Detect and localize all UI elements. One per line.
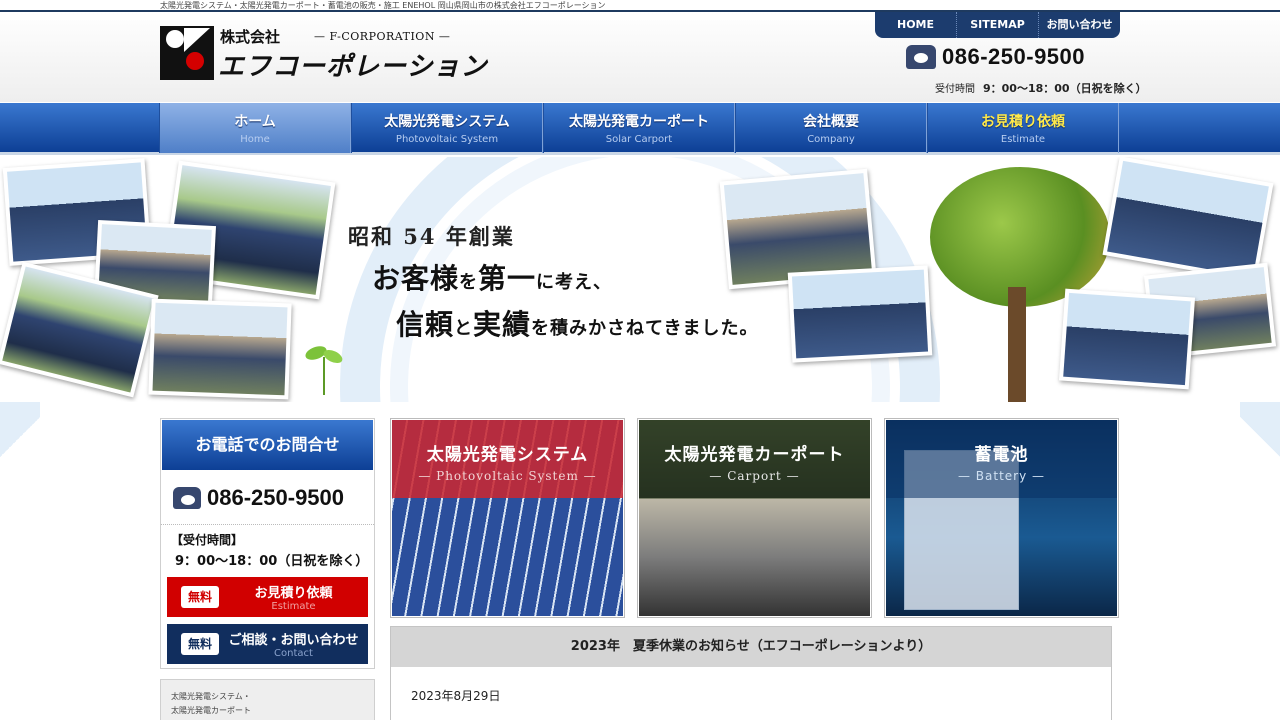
phone-icon (173, 486, 201, 509)
sidebar-info-line: 太陽光発電カーポート (171, 706, 251, 715)
nav-sublabel: Company (807, 134, 855, 145)
free-badge: 無料 (181, 586, 219, 608)
sidebar-info-box: 太陽光発電システム・ 太陽光発電カーポート (160, 679, 375, 720)
free-estimate-button[interactable]: 無料 お見積り依頼 Estimate (167, 577, 368, 617)
nav-sublabel: Photovoltaic System (395, 134, 499, 145)
hero-photo-panel-array (1102, 157, 1274, 282)
card-subtitle: — Photovoltaic System — (418, 469, 597, 483)
site-tagline: 太陽光発電システム・太陽光発電カーポート・蓄電池の販売・施工 ENEHOL 岡山… (160, 1, 606, 10)
nav-sublabel: Solar Carport (605, 134, 673, 145)
nav-sublabel: Estimate (1000, 134, 1046, 145)
sprout-icon (303, 343, 345, 397)
header-hours-label: 受付時間 (935, 84, 975, 95)
hero-tree-icon (930, 167, 1110, 307)
nav-label: お見積り依頼 (981, 114, 1065, 130)
header-phone-number: 086-250-9500 (942, 44, 1086, 69)
hero-photo-ground-array (787, 265, 933, 363)
nav-sublabel: Home (240, 134, 270, 145)
utility-home-link[interactable]: HOME (875, 12, 957, 38)
utility-nav: HOME SITEMAP お問い合わせ (875, 12, 1120, 38)
sidebar-hours-label: 【受付時間】 (171, 533, 244, 547)
hero-tagline-line1: お客様を第一に考え、 (372, 262, 613, 295)
card-title: 蓄電池 (974, 445, 1029, 465)
service-card-carport[interactable]: 太陽光発電カーポート — Carport — (637, 418, 872, 618)
news-panel: 2023年 夏季休業のお知らせ（エフコーポレーションより） 2023年8月29日 (390, 626, 1112, 720)
hero-tree-trunk (1008, 287, 1026, 402)
logo-mark-icon (160, 26, 214, 80)
nav-solar-carport[interactable]: 太陽光発電カーポート Solar Carport (543, 103, 735, 153)
sidebar-phone-number: 086-250-9500 (207, 484, 345, 510)
header-hours: 受付時間 9：00～18：00（日祝を除く） (935, 80, 1147, 96)
logo-company-name: エフコーポレーション (218, 52, 488, 82)
nav-estimate[interactable]: お見積り依頼 Estimate (927, 103, 1119, 153)
hero-banner: 昭和 54 年創業 お客様を第一に考え、 信頼と実績を積みかさねてきました。 (0, 157, 1280, 402)
news-date: 2023年8月29日 (411, 689, 501, 703)
utility-sitemap-link[interactable]: SITEMAP (957, 12, 1039, 38)
nav-label: 太陽光発電システム (384, 114, 510, 130)
header-hours-value: 9：00～18：00（日祝を除く） (983, 82, 1147, 95)
sidebar-info-line: 太陽光発電システム・ (171, 692, 251, 701)
card-title: 太陽光発電システム (426, 445, 589, 465)
hero-photo-carport-array (1058, 288, 1196, 390)
hero-founded-text: 昭和 54 年創業 (348, 224, 515, 249)
global-nav: ホーム Home 太陽光発電システム Photovoltaic System 太… (159, 103, 1120, 153)
nav-company[interactable]: 会社概要 Company (735, 103, 927, 153)
sidebar-hours: 9：00～18：00（日祝を除く） (175, 554, 369, 569)
free-badge: 無料 (181, 633, 219, 655)
decorative-stripe (0, 402, 40, 472)
card-subtitle: — Carport — (709, 469, 800, 483)
sidebar-phone: 086-250-9500 (161, 471, 374, 525)
service-card-photovoltaic[interactable]: 太陽光発電システム — Photovoltaic System — (390, 418, 625, 618)
card-title: 太陽光発電カーポート (664, 445, 845, 465)
news-title: 2023年 夏季休業のお知らせ（エフコーポレーションより） (391, 627, 1111, 667)
service-card-battery[interactable]: 蓄電池 — Battery — (884, 418, 1119, 618)
nav-label: ホーム (234, 114, 276, 130)
hero-tagline-line2: 信頼と実績を積みかさねてきました。 (396, 308, 759, 341)
nav-label: 太陽光発電カーポート (569, 114, 709, 130)
estimate-button-sublabel: Estimate (271, 601, 316, 612)
free-contact-button[interactable]: 無料 ご相談・お問い合わせ Contact (167, 624, 368, 664)
sidebar-contact-box: お電話でのお問合せ 086-250-9500 【受付時間】 9：00～18：00… (160, 418, 375, 669)
nav-home[interactable]: ホーム Home (159, 103, 351, 153)
decorative-stripe (1240, 402, 1280, 472)
contact-button-label: ご相談・お問い合わせ (228, 633, 359, 648)
header-phone: 086-250-9500 (906, 44, 1085, 70)
top-strip: 太陽光発電システム・太陽光発電カーポート・蓄電池の販売・施工 ENEHOL 岡山… (0, 0, 1280, 12)
nav-photovoltaic-system[interactable]: 太陽光発電システム Photovoltaic System (351, 103, 543, 153)
logo-kabushiki: 株式会社 (220, 28, 281, 46)
utility-contact-link[interactable]: お問い合わせ (1039, 12, 1120, 38)
card-subtitle: — Battery — (957, 469, 1046, 483)
nav-label: 会社概要 (803, 114, 859, 130)
sidebar-contact-title: お電話でのお問合せ (162, 420, 373, 470)
hero-photo-house-roof (148, 298, 292, 400)
contact-button-sublabel: Contact (274, 648, 313, 659)
logo-english: — F-CORPORATION — (314, 30, 451, 43)
site-logo[interactable]: 株式会社 — F-CORPORATION — エフコーポレーション (160, 26, 486, 82)
estimate-button-label: お見積り依頼 (254, 586, 333, 601)
phone-icon (906, 45, 936, 69)
